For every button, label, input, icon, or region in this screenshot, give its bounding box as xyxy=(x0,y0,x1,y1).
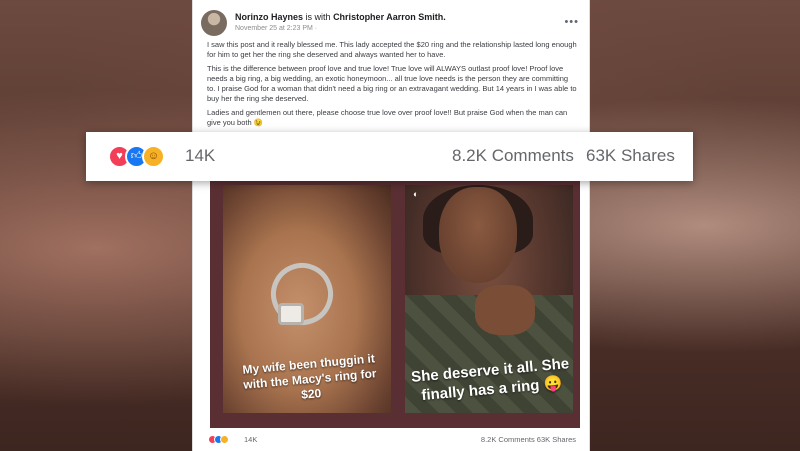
care-icon xyxy=(220,435,229,444)
author-line: Norinzo Haynes is with Christopher Aarro… xyxy=(235,12,446,22)
post-paragraph: I saw this post and it really blessed me… xyxy=(207,40,577,59)
hand xyxy=(475,285,535,335)
shares-link[interactable]: 63K Shares xyxy=(586,146,675,166)
reactions-count[interactable]: 14K xyxy=(185,146,215,166)
more-options-icon[interactable]: ••• xyxy=(564,16,579,28)
post-paragraph: Ladies and gentlemen out there, please c… xyxy=(207,108,568,127)
woman-photo[interactable]: ◐ She deserve it all. She finally has a … xyxy=(405,185,573,413)
avatar[interactable] xyxy=(201,10,227,36)
enlarged-stats-bar: ♥ 👍︎ ☺ 14K 8.2K Comments 63K Shares xyxy=(86,132,693,181)
with-text: is with xyxy=(305,12,331,22)
comments-link[interactable]: 8.2K Comments xyxy=(481,435,535,444)
post-paragraph: This is the difference between proof lov… xyxy=(207,64,577,103)
shares-link[interactable]: 63K Shares xyxy=(537,435,576,444)
author-name[interactable]: Norinzo Haynes xyxy=(235,12,303,22)
face xyxy=(439,187,517,283)
play-icon[interactable]: ◐ xyxy=(413,189,418,199)
mini-reactions[interactable] xyxy=(208,435,229,444)
photo-caption: My wife been thuggin it with the Macy's … xyxy=(241,351,378,402)
post-body: I saw this post and it really blessed me… xyxy=(207,40,577,132)
ring-photo[interactable]: My wife been thuggin it with the Macy's … xyxy=(223,185,391,413)
post-footer: 14K 8.2K Comments 63K Shares xyxy=(200,432,584,448)
post-header: Norinzo Haynes is with Christopher Aarro… xyxy=(201,10,585,40)
comments-shares: 8.2K Comments 63K Shares xyxy=(481,435,576,444)
tagged-user[interactable]: Christopher Aarron Smith. xyxy=(333,12,446,22)
care-icon: ☺ xyxy=(142,145,165,168)
comments-link[interactable]: 8.2K Comments xyxy=(452,146,574,166)
post-timestamp[interactable]: November 25 at 2:23 PM · xyxy=(235,25,317,32)
reactions-count[interactable]: 14K xyxy=(244,435,257,444)
ring-stone xyxy=(278,303,304,325)
